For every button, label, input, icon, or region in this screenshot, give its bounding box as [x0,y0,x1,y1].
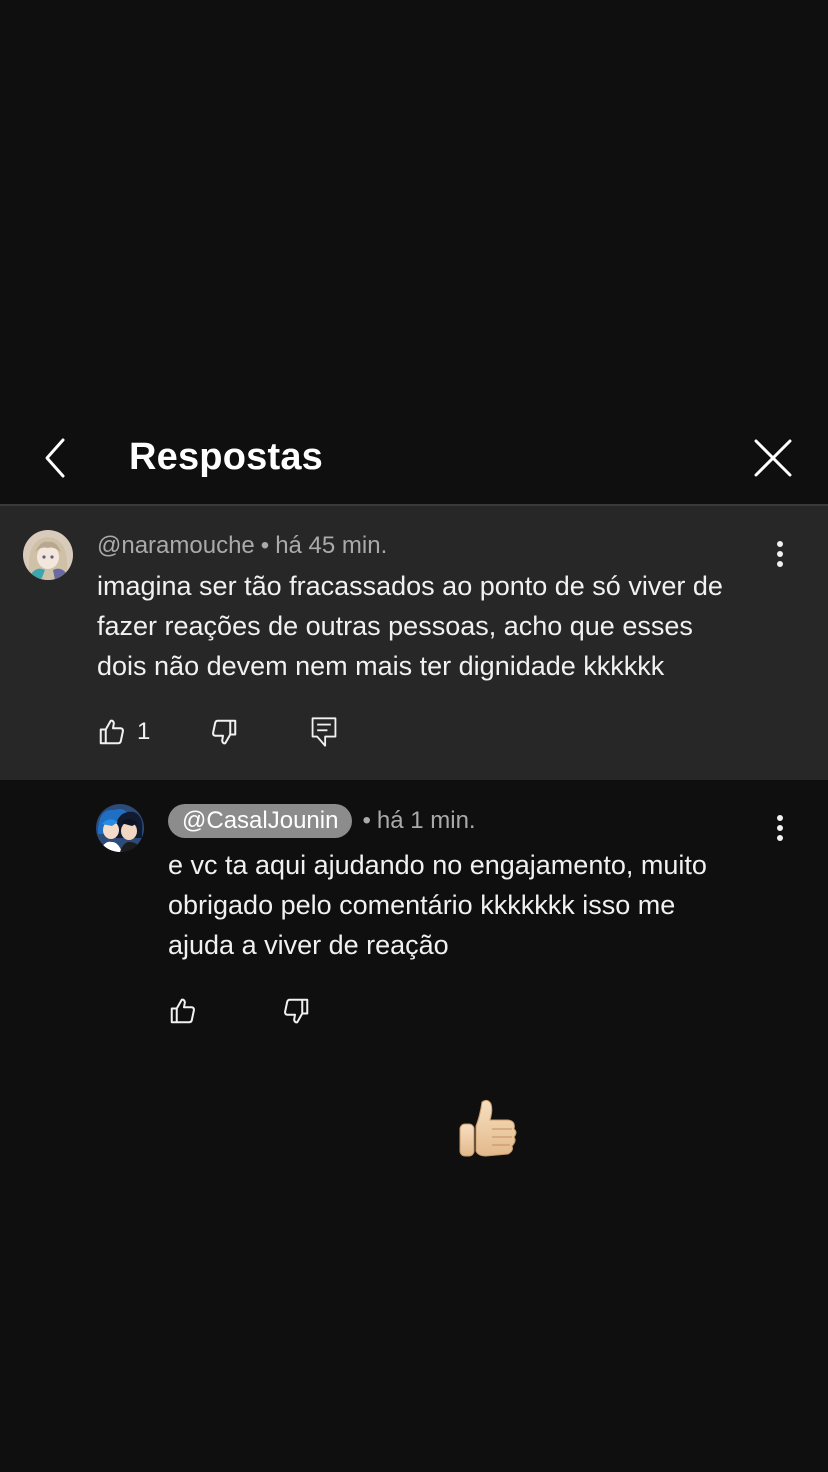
avatar[interactable] [96,804,144,852]
reply-line: obrigado pelo comentário kkkkkkk isso me [168,890,676,920]
reply-author-badge[interactable]: @CasalJounin [168,804,353,838]
comment-line: dois não devem nem mais ter dignidade kk… [97,651,665,681]
comment-more-button[interactable] [765,534,795,574]
thumbs-up-icon [99,719,124,745]
replies-header: Respostas [0,412,828,504]
comment-meta: @naramouche • há 45 min. [97,531,387,561]
reply-more-button[interactable] [765,808,795,848]
comment-time: há 45 min. [275,532,388,559]
back-button[interactable] [30,432,82,484]
reply-meta: @CasalJounin • há 1 min. [168,804,476,838]
thumbs-down-icon [284,998,309,1024]
reply-text: e vc ta aqui ajudando no engajamento, mu… [168,845,707,965]
reply-line: ajuda a viver de reação [168,930,449,960]
comment-author[interactable]: @naramouche [97,532,255,559]
like-button[interactable]: 1 [97,717,150,747]
more-vertical-icon [777,815,783,841]
meta-separator: • [362,807,371,834]
thumbs-up-icon [170,998,195,1024]
reply-time: há 1 min. [376,807,476,834]
thumbs-down-icon [212,719,237,745]
replies-screen: Respostas @naramouche • há 45 min. imagi… [0,0,828,1472]
page-title: Respostas [129,436,323,478]
reply-line: e vc ta aqui ajudando no engajamento, mu… [168,850,707,880]
comment-line: imagina ser tão fracassados ao ponto de … [97,571,723,601]
close-button[interactable] [745,430,801,486]
more-vertical-icon [777,541,783,567]
avatar[interactable] [23,530,73,580]
reply-icon [311,717,337,747]
meta-separator: • [260,532,270,559]
parent-comment: @naramouche • há 45 min. imagina ser tão f… [0,506,828,780]
reply-like-button[interactable] [168,996,198,1026]
like-count: 1 [137,718,151,745]
reply-button[interactable] [310,716,338,748]
dislike-button[interactable] [209,717,239,747]
reply-dislike-button[interactable] [281,996,311,1026]
comment-text: imagina ser tão fracassados ao ponto de … [97,566,723,686]
comment-line: fazer reações de outras pessoas, acho qu… [97,611,693,641]
thumbs-up-emoji-icon [452,1096,524,1168]
close-icon [754,439,792,477]
chevron-left-icon [45,438,65,478]
